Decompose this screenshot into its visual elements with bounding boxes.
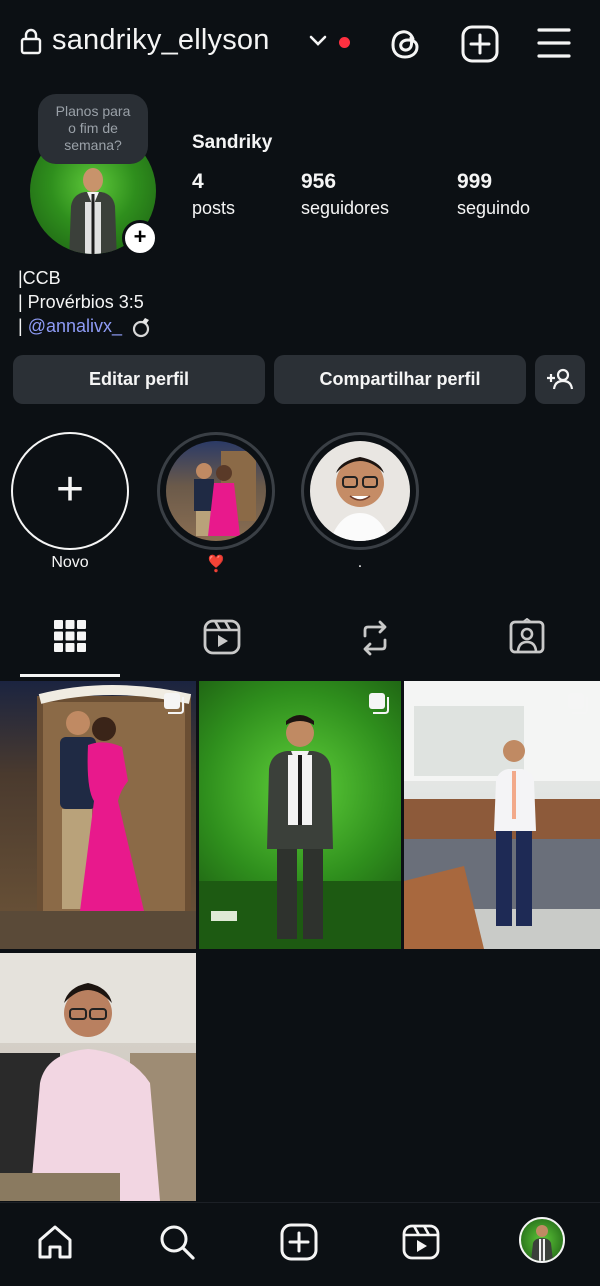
tab-reposts-icon[interactable] xyxy=(356,618,394,658)
avatar-photo xyxy=(531,1225,553,1261)
create-icon[interactable] xyxy=(460,24,500,64)
stat-following[interactable]: 999 seguindo xyxy=(457,170,530,219)
stat-label: posts xyxy=(192,198,236,218)
account-switcher[interactable]: sandriky_ellyson xyxy=(52,24,270,57)
lock-icon xyxy=(20,28,42,56)
post-photo xyxy=(404,681,600,949)
carousel-icon xyxy=(162,691,186,715)
home-icon[interactable] xyxy=(36,1223,74,1261)
bio-prefix: | xyxy=(18,316,28,336)
create-icon[interactable] xyxy=(280,1223,318,1261)
tab-posts-grid-icon[interactable] xyxy=(53,618,87,654)
stat-number: 956 xyxy=(301,170,337,193)
highlight-label: Novo xyxy=(51,554,89,571)
add-person-icon xyxy=(546,367,574,391)
notification-dot xyxy=(339,37,350,48)
bio-line: | @annalivx_ xyxy=(18,314,153,338)
highlight-label: ❣️ xyxy=(206,556,226,573)
post-photo xyxy=(0,953,196,1201)
stat-label: seguidores xyxy=(301,198,390,218)
highlight-label: . xyxy=(357,554,363,571)
stat-number: 999 xyxy=(457,170,493,193)
post-thumbnail[interactable] xyxy=(404,681,600,949)
stat-number: 4 xyxy=(192,170,204,193)
edit-profile-button[interactable]: Editar perfil xyxy=(13,355,265,404)
post-thumbnail[interactable] xyxy=(0,681,196,949)
add-story-badge[interactable]: + xyxy=(122,220,158,256)
threads-icon[interactable] xyxy=(386,24,424,64)
carousel-icon xyxy=(367,691,391,715)
display-name: Sandriky xyxy=(192,132,273,153)
reels-icon[interactable] xyxy=(402,1223,440,1261)
new-highlight-button[interactable]: + xyxy=(11,432,129,550)
tab-reels-icon[interactable] xyxy=(203,618,241,656)
avatar-photo xyxy=(69,168,117,254)
highlight-selfie[interactable] xyxy=(301,432,419,550)
highlight-photo xyxy=(194,451,256,536)
bio-mention-link[interactable]: @annalivx_ xyxy=(28,316,122,336)
post-thumbnail[interactable] xyxy=(199,681,401,949)
search-icon[interactable] xyxy=(158,1223,196,1261)
highlight-couple[interactable] xyxy=(157,432,275,550)
post-photo xyxy=(0,685,196,949)
tab-tagged-icon[interactable] xyxy=(508,618,546,656)
note-bubble[interactable]: Planos para o fim de semana? xyxy=(38,94,148,164)
add-person-button[interactable] xyxy=(535,355,585,404)
post-thumbnail[interactable] xyxy=(0,953,196,1201)
note-line: semana? xyxy=(64,137,122,153)
profile-header: sandriky_ellyson xyxy=(0,0,600,88)
bio: |CCB | Provérbios 3:5 | @annalivx_ xyxy=(18,266,153,338)
note-line: Planos para xyxy=(55,103,131,119)
stat-followers[interactable]: 956 seguidores xyxy=(301,170,389,219)
note-line: o fim de xyxy=(68,120,118,136)
bio-line: |CCB xyxy=(18,268,61,288)
stat-posts[interactable]: 4 posts xyxy=(192,170,235,219)
bio-line: | Provérbios 3:5 xyxy=(18,292,144,312)
carousel-icon xyxy=(566,691,590,715)
profile-avatar[interactable] xyxy=(519,1217,565,1263)
bottom-navigation xyxy=(0,1202,600,1286)
highlight-photo xyxy=(330,457,390,541)
share-profile-button[interactable]: Compartilhar perfil xyxy=(274,355,526,404)
menu-icon[interactable] xyxy=(536,26,572,60)
post-photo xyxy=(199,715,401,949)
stat-label: seguindo xyxy=(457,198,531,218)
active-tab-indicator xyxy=(20,674,120,677)
ring-icon xyxy=(131,316,153,338)
chevron-down-icon[interactable] xyxy=(308,34,328,48)
plus-icon: + xyxy=(55,463,85,516)
